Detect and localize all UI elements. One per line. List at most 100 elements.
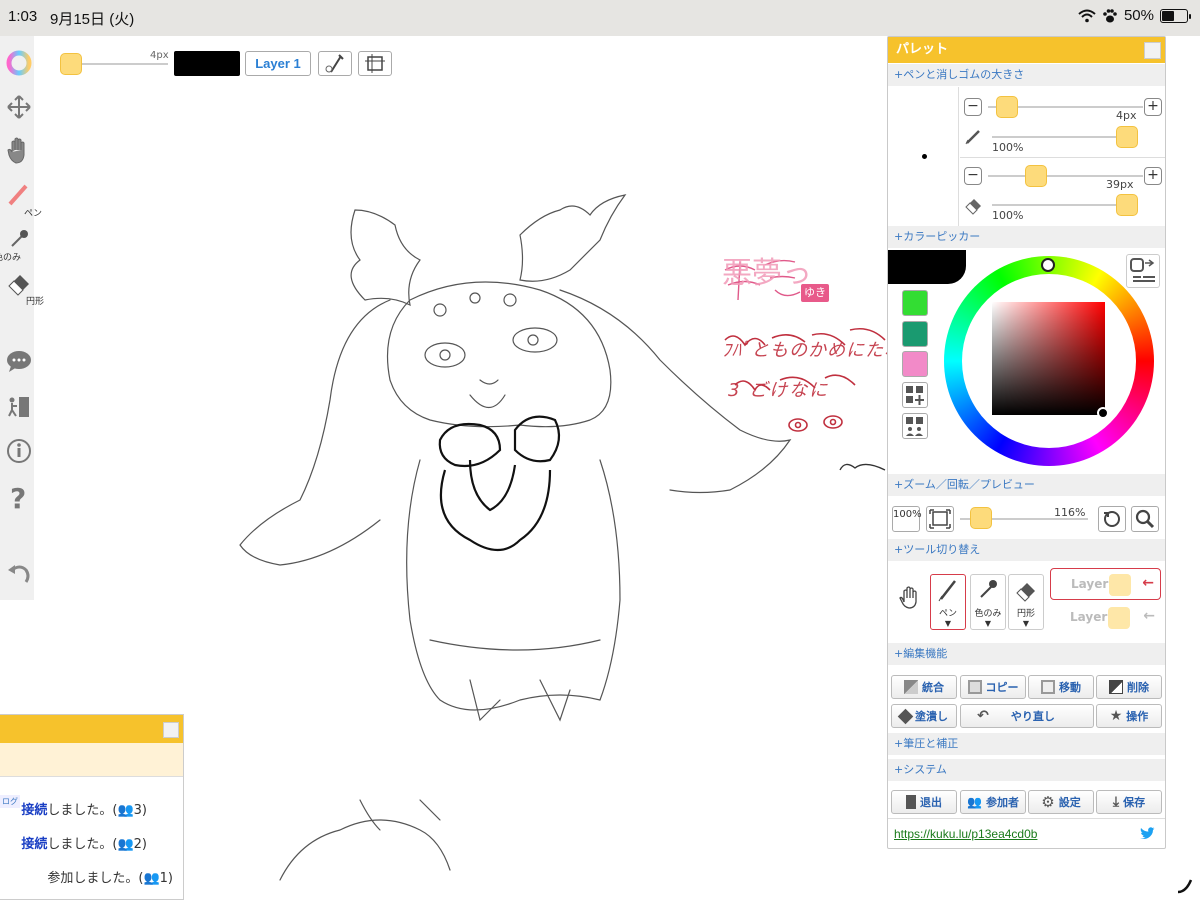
zoom-slider-knob[interactable] [970,507,992,529]
help-tool[interactable]: ? [4,482,34,515]
eyedropper-switch-button[interactable]: 色のみ ▼ [970,574,1006,630]
transform-button[interactable] [358,51,392,76]
layer-1-handle[interactable] [1109,574,1131,596]
undo-tool[interactable] [4,560,34,589]
clock: 1:03 [8,8,38,25]
operate-button[interactable]: ★ 操作 [1096,704,1162,728]
eraser-opacity-knob[interactable] [1116,194,1138,216]
members-button[interactable]: 👥 参加者 [960,790,1026,814]
size-divider [958,87,959,227]
pen-opacity-track[interactable] [992,136,1126,138]
hand-icon [7,137,25,164]
rotate-reset-button[interactable] [1098,506,1126,532]
eraser-size-knob[interactable] [1025,165,1047,187]
shape-tool[interactable]: 円形 [4,270,44,307]
log-tag[interactable]: ログ [0,795,20,808]
sv-handle[interactable] [1097,407,1109,419]
section-edit[interactable]: +編集機能 [888,643,1165,665]
eraser-small-icon [965,199,981,215]
brush-size-slider-track[interactable] [72,63,168,65]
hue-handle[interactable] [1041,258,1055,272]
exit-tool[interactable] [4,394,34,423]
fill-label: 塗潰し [915,710,948,723]
shape-switch-button[interactable]: 円形 ▼ [1008,574,1044,630]
merge-button[interactable]: 統合 [891,675,957,699]
current-color-button[interactable] [174,51,240,76]
pen-switch-button[interactable]: ペン ▼ [930,574,966,630]
twitter-icon[interactable] [1139,827,1155,841]
paint-bucket-icon [897,708,914,724]
eraser-size-track[interactable] [988,175,1143,177]
pen-tool[interactable]: ペン [4,182,42,219]
exit-label: 退出 [920,796,942,809]
brush-size-slider-knob[interactable] [60,53,82,75]
exit-button[interactable]: 退出 [891,790,957,814]
delete-button[interactable]: 削除 [1096,675,1162,699]
eraser-opacity-value: 100% [992,209,1024,222]
current-color-display[interactable] [888,250,966,284]
save-button[interactable]: ⤓ 保存 [1096,790,1162,814]
zoom-reset-label: 100% [893,509,922,520]
section-color-picker[interactable]: +カラーピッカー [888,226,1165,248]
pen-size-knob[interactable] [996,96,1018,118]
pen-size-minus[interactable]: − [964,98,982,116]
zoom-reset-button[interactable]: 100% [892,506,922,532]
chat-input[interactable] [0,743,183,777]
section-tool-switch[interactable]: +ツール切り替え [888,539,1165,561]
move-icon [7,95,31,119]
info-tool[interactable] [4,438,34,467]
layer-row-1[interactable]: Layer1 ← [1050,568,1161,600]
layer-2-handle[interactable] [1108,607,1130,629]
eraser-opacity-track[interactable] [992,204,1126,206]
wifi-icon [1078,9,1096,22]
eraser-size-plus[interactable]: + [1144,167,1162,185]
brush-size-value: 4px [150,50,169,61]
settings-button[interactable]: ⚙ 設定 [1028,790,1094,814]
palette-close-box[interactable] [1144,42,1161,59]
chat-message-end: ) [141,803,147,818]
hand-switch-button[interactable] [892,574,928,630]
date: 9月15日 (火) [50,11,135,28]
tool-settings-button[interactable] [318,51,352,76]
chat-tool[interactable] [4,348,34,377]
fill-button[interactable]: 塗潰し [891,704,957,728]
pen-small-icon [965,130,980,145]
hand-tool[interactable] [4,136,34,169]
chat-message: 参加しました。(👥1) [47,867,173,886]
color-swatch-2[interactable] [902,321,928,347]
section-pen-eraser-size[interactable]: +ペンと消しゴムの大きさ [888,64,1165,86]
color-swatch-3[interactable] [902,351,928,377]
chat-header[interactable] [0,715,183,743]
color-swatch-1[interactable] [902,290,928,316]
canvas-annotation: 悪夢っ [722,256,812,291]
pen-opacity-knob[interactable] [1116,126,1138,148]
chat-close-box[interactable] [163,722,179,738]
eraser-icon [8,275,29,296]
palette-header[interactable]: パレット [888,37,1165,63]
color-picker-mode-button[interactable] [1126,254,1160,288]
section-system[interactable]: +システム [888,759,1165,781]
section-zoom[interactable]: +ズーム／回転／プレビュー [888,474,1165,496]
section-pressure[interactable]: +筆圧と補正 [888,733,1165,755]
copy-button[interactable]: コピー [960,675,1026,699]
saturation-value-square[interactable] [992,302,1105,415]
layer-button[interactable]: Layer 1 [245,51,311,76]
eyedropper-tool[interactable]: 色のみ [0,226,34,263]
move-tool[interactable] [4,94,34,123]
zoom-fit-button[interactable] [926,506,954,532]
room-link[interactable]: https://kuku.lu/p13ea4cd0b [894,827,1037,841]
shared-swatch-button[interactable] [902,413,928,439]
redo-button[interactable]: ↶ やり直し [960,704,1094,728]
palette-title: パレット [896,42,949,57]
exit-door-icon [8,397,29,417]
pen-size-plus[interactable]: + [1144,98,1162,116]
eraser-size-minus[interactable]: − [964,167,982,185]
layer-row-2[interactable]: Layer2 ← [1050,602,1161,634]
move-button[interactable]: 移動 [1028,675,1094,699]
preview-button[interactable] [1131,506,1159,532]
color-wheel-tool[interactable] [4,50,34,79]
members-icon: 👥 [967,795,982,809]
add-swatch-button[interactable] [902,382,928,408]
redo-arrow-icon: ↶ [977,708,989,724]
active-layer-arrow-icon: ← [1142,575,1154,591]
